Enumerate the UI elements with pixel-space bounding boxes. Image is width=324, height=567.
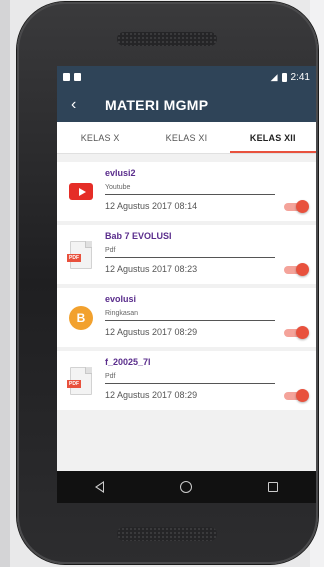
class-tabs: KELAS X KELAS XI KELAS XII xyxy=(57,122,316,154)
pdf-icon: PDF xyxy=(67,240,92,269)
nav-home-icon[interactable] xyxy=(180,481,192,493)
item-title: evlusi2 xyxy=(105,168,136,178)
item-type: Pdf xyxy=(105,373,275,384)
list-item[interactable]: B evolusi Ringkasan 12 Agustus 2017 08:2… xyxy=(57,288,316,347)
item-body: Bab 7 EVOLUSI Pdf 12 Agustus 2017 08:23 xyxy=(105,225,316,284)
pdf-icon: PDF xyxy=(67,366,92,395)
battery-icon xyxy=(281,72,287,82)
status-time: 2:41 xyxy=(290,71,310,83)
item-icon-container xyxy=(57,162,105,221)
item-icon-container: B xyxy=(57,288,105,347)
item-type: Youtube xyxy=(105,184,275,195)
item-date: 12 Agustus 2017 08:14 xyxy=(105,201,198,211)
list-item[interactable]: PDF Bab 7 EVOLUSI Pdf 12 Agustus 2017 08… xyxy=(57,225,316,284)
nav-back-icon[interactable] xyxy=(95,481,104,493)
list-item[interactable]: PDF f_20025_7l Pdf 12 Agustus 2017 08:29 xyxy=(57,351,316,410)
status-notifications xyxy=(63,73,81,81)
status-bar: ◢ 2:41 xyxy=(57,66,316,88)
item-title: Bab 7 EVOLUSI xyxy=(105,231,172,241)
list-item[interactable]: evlusi2 Youtube 12 Agustus 2017 08:14 xyxy=(57,162,316,221)
page-left-edge xyxy=(0,0,10,567)
phone-frame: ◢ 2:41 ‹ MATERI MGMP KELAS X KELAS XI KE… xyxy=(17,2,318,564)
page-title: MATERI MGMP xyxy=(105,97,209,113)
item-toggle[interactable] xyxy=(284,263,309,276)
item-date: 12 Agustus 2017 08:29 xyxy=(105,327,198,337)
item-type: Ringkasan xyxy=(105,310,275,321)
item-toggle[interactable] xyxy=(284,389,309,402)
item-type: Pdf xyxy=(105,247,275,258)
nav-recent-apps-icon[interactable] xyxy=(268,482,278,492)
status-indicators: ◢ 2:41 xyxy=(271,72,310,83)
item-date: 12 Agustus 2017 08:29 xyxy=(105,390,198,400)
tab-kelas-xi[interactable]: KELAS XI xyxy=(143,122,229,153)
item-body: evolusi Ringkasan 12 Agustus 2017 08:29 xyxy=(105,288,316,347)
youtube-icon xyxy=(69,183,93,200)
tab-kelas-xii[interactable]: KELAS XII xyxy=(229,122,316,153)
materials-list: evlusi2 Youtube 12 Agustus 2017 08:14 PD… xyxy=(57,154,316,410)
item-body: f_20025_7l Pdf 12 Agustus 2017 08:29 xyxy=(105,351,316,410)
item-title: evolusi xyxy=(105,294,137,304)
item-icon-container: PDF xyxy=(57,225,105,284)
item-toggle[interactable] xyxy=(284,200,309,213)
app-bar: ‹ MATERI MGMP xyxy=(57,88,316,122)
android-nav-bar xyxy=(57,471,316,503)
notification-icon xyxy=(74,73,81,81)
earpiece-speaker xyxy=(117,32,217,46)
notification-icon xyxy=(63,73,70,81)
tab-kelas-x[interactable]: KELAS X xyxy=(57,122,143,153)
back-arrow-icon[interactable]: ‹ xyxy=(71,97,105,113)
signal-icon: ◢ xyxy=(270,71,278,82)
blogger-icon: B xyxy=(69,305,93,330)
phone-screen: ◢ 2:41 ‹ MATERI MGMP KELAS X KELAS XI KE… xyxy=(57,66,316,503)
item-icon-container: PDF xyxy=(57,351,105,410)
item-title: f_20025_7l xyxy=(105,357,151,367)
item-date: 12 Agustus 2017 08:23 xyxy=(105,264,198,274)
item-body: evlusi2 Youtube 12 Agustus 2017 08:14 xyxy=(105,162,316,221)
bottom-speaker xyxy=(117,527,217,541)
item-toggle[interactable] xyxy=(284,326,309,339)
